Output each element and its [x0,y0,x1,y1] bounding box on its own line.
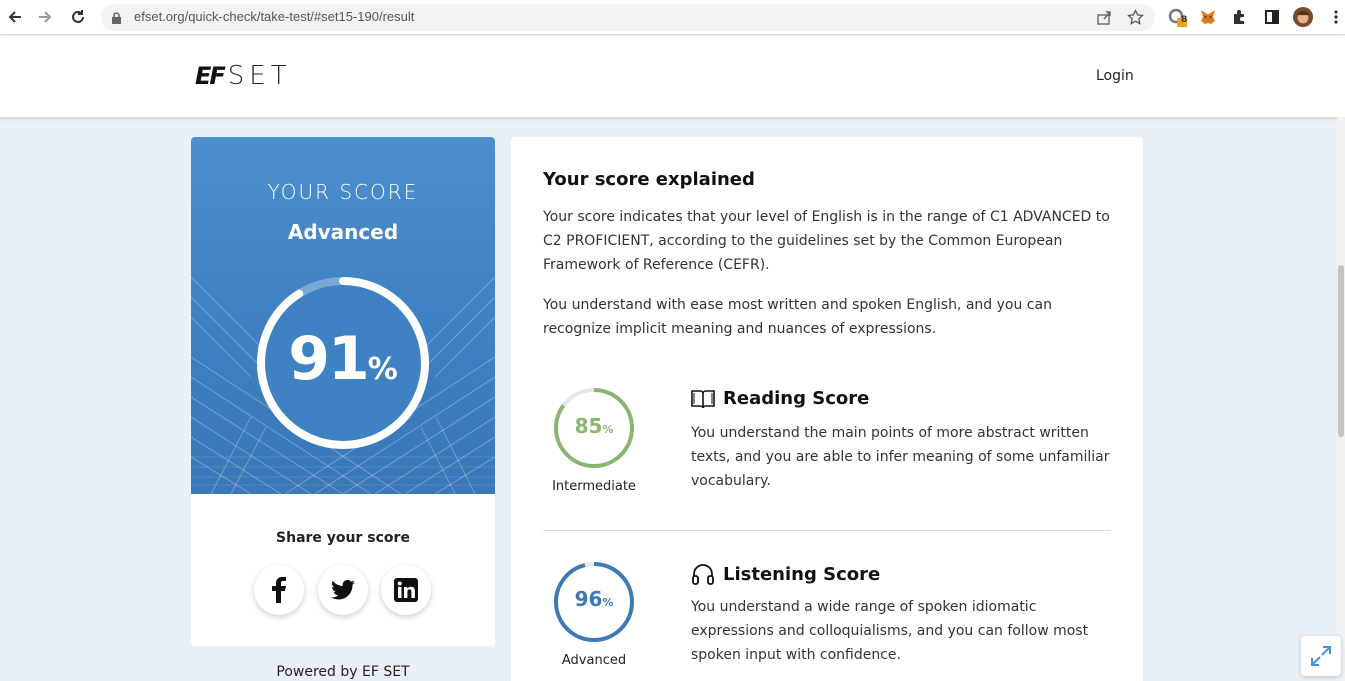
explanation-paragraph-2: You understand with ease most written an… [543,297,1052,337]
reading-score-title: Reading Score [691,388,869,409]
lock-icon[interactable] [111,10,122,29]
expand-button[interactable] [1301,636,1341,676]
book-icon [691,389,715,408]
address-bar[interactable]: efset.org/quick-check/take-test/#set15-1… [101,4,1155,31]
profile-avatar[interactable] [1293,7,1313,27]
linkedin-icon [394,578,418,602]
forward-icon[interactable] [34,6,56,28]
extension-badge: 8 [1181,15,1188,25]
facebook-icon [272,577,286,603]
url-text[interactable]: efset.org/quick-check/take-test/#set15-1… [134,9,414,24]
share-page-icon[interactable] [1096,9,1113,26]
score-card: YOUR SCORE Advanced 91% Share your score [191,137,495,646]
back-icon[interactable] [4,6,26,28]
listening-score-unit: % [602,596,614,609]
scrollbar-thumb[interactable] [1338,265,1344,437]
listening-score-description: You understand a wide range of spoken id… [691,599,1089,663]
expand-icon [1311,646,1331,666]
side-panel-icon[interactable] [1262,7,1282,27]
section-divider [543,530,1111,531]
score-banner: YOUR SCORE Advanced 91% [191,137,495,494]
score-explanation-panel: Your score explained Your score indicate… [511,137,1143,681]
reading-score-number: 85 [574,414,603,438]
reading-level-label: Intermediate [552,479,636,494]
browser-toolbar: efset.org/quick-check/take-test/#set15-1… [0,0,1345,35]
listening-score-number: 96 [574,587,603,611]
listening-score-title-text: Listening Score [723,563,881,585]
reading-score-description: You understand the main points of more a… [691,425,1110,489]
browser-menu-icon[interactable] [1326,7,1345,27]
overall-score-value: 91 [288,324,369,394]
score-level: Advanced [287,220,399,244]
reading-score-value: 85% [553,414,635,438]
logo-set: SET [227,61,292,91]
reload-icon[interactable] [67,6,89,28]
site-header: EF SET Login [0,36,1345,117]
listening-level-label: Advanced [561,653,627,668]
explanation-title: Your score explained [543,169,755,190]
overall-score-unit: % [367,352,398,387]
your-score-heading: YOUR SCORE [267,180,419,204]
efset-logo[interactable]: EF SET [195,61,292,91]
bookmark-star-icon[interactable] [1127,8,1144,26]
overall-score: 91% [250,324,436,394]
headphones-icon [692,564,714,585]
metamask-icon[interactable] [1198,7,1218,27]
twitter-icon [331,580,355,600]
reading-score-title-text: Reading Score [723,388,870,409]
powered-by: Powered by EF SET [276,664,410,680]
extension-icon[interactable]: 8 [1167,7,1187,27]
extensions-puzzle-icon[interactable] [1230,7,1250,27]
listening-score-value: 96% [553,587,635,611]
facebook-share-button[interactable] [254,565,304,615]
explanation-paragraph-1: Your score indicates that your level of … [543,209,1110,273]
logo-ef: EF [195,62,226,90]
linkedin-share-button[interactable] [381,565,431,615]
twitter-share-button[interactable] [318,565,368,615]
page-scrollbar[interactable] [1337,117,1345,681]
listening-score-title: Listening Score [691,562,880,586]
reading-score-unit: % [602,423,614,436]
share-title: Share your score [276,530,410,546]
login-link[interactable]: Login [1096,68,1134,84]
